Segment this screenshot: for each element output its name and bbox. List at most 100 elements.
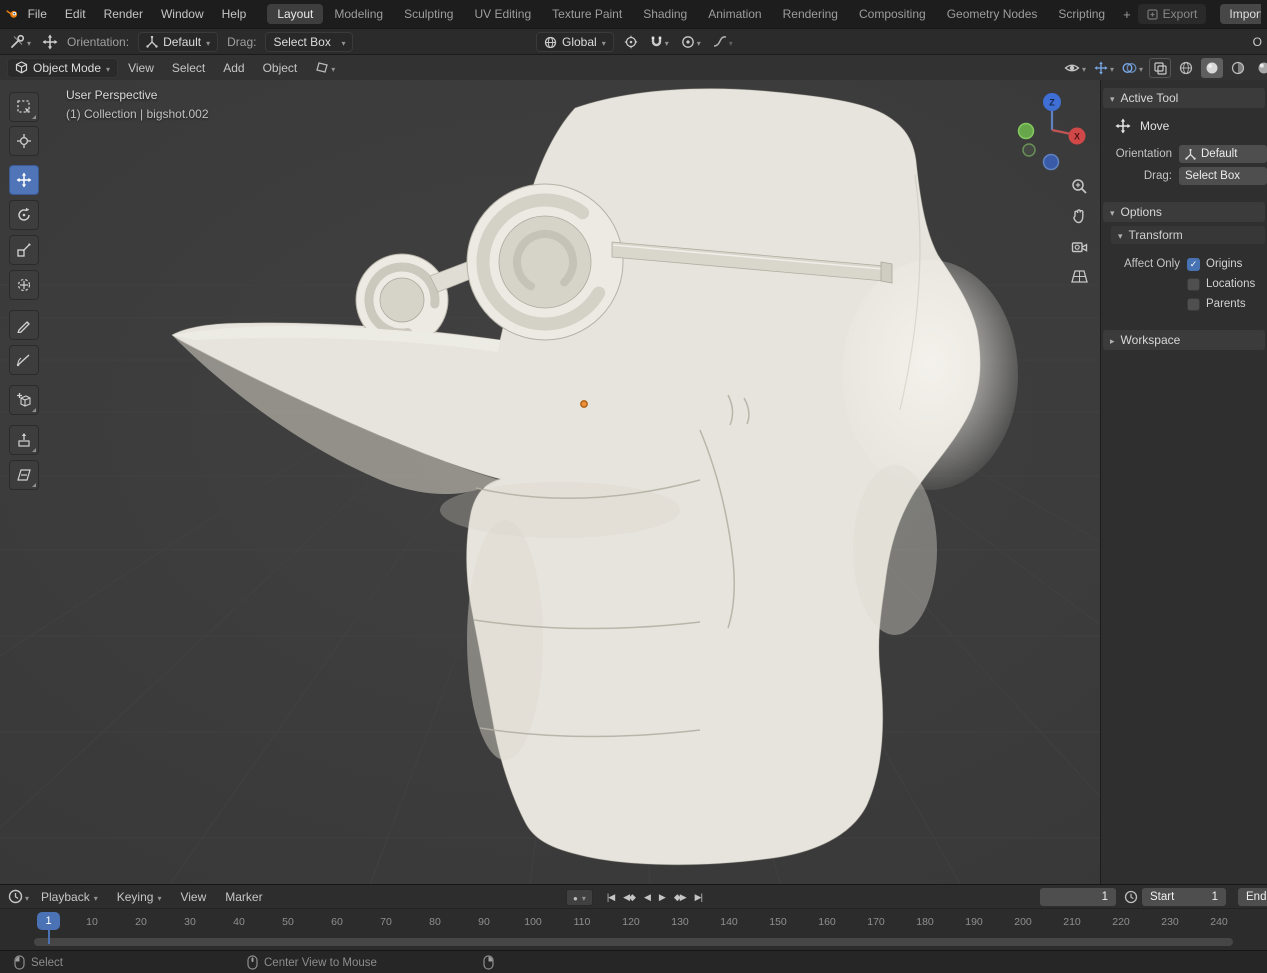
menu-help[interactable]: Help: [213, 0, 256, 28]
falloff-caret[interactable]: [729, 35, 733, 49]
pivot-point-button[interactable]: [622, 35, 640, 49]
zoom-button[interactable]: [1068, 175, 1090, 197]
jump-to-start-button[interactable]: |◀: [603, 892, 618, 903]
gizmos-toggle[interactable]: [1092, 61, 1116, 75]
timeline-editor-type-button[interactable]: [6, 889, 31, 904]
tool-add-cube[interactable]: [9, 385, 39, 415]
overlays-toggle[interactable]: [1120, 61, 1145, 75]
gizmos-caret[interactable]: [1110, 61, 1114, 75]
panel-workspace[interactable]: Workspace: [1103, 330, 1265, 350]
playhead[interactable]: 1: [37, 912, 60, 930]
navigation-gizmo[interactable]: Z X: [1005, 88, 1100, 173]
tool-move[interactable]: [9, 165, 39, 195]
tab-uv-editing[interactable]: UV Editing: [464, 4, 541, 24]
mouse-left-icon: [14, 955, 25, 970]
snapping-caret[interactable]: [665, 35, 669, 49]
menu-add[interactable]: Add: [215, 55, 252, 81]
timeline-ruler[interactable]: 1 10 20 30 40 50 60 70 80 90 100 110 120…: [0, 908, 1267, 944]
ortho-toggle-button[interactable]: [1068, 265, 1090, 287]
panel-active-tool-title: Active Tool: [1120, 91, 1179, 105]
tab-texture-paint[interactable]: Texture Paint: [542, 4, 632, 24]
jump-to-end-button[interactable]: ▶|: [691, 892, 706, 903]
auto-keying-button[interactable]: [566, 888, 593, 906]
viewport-3d[interactable]: User Perspective (1) Collection | bigsho…: [0, 80, 1267, 884]
shading-rendered-button[interactable]: [1253, 58, 1267, 78]
locations-checkbox[interactable]: [1187, 277, 1200, 291]
shading-solid-button[interactable]: [1201, 58, 1223, 78]
export-button[interactable]: Export: [1137, 4, 1207, 24]
frame-end-field[interactable]: End: [1238, 888, 1267, 906]
menu-timeline-view[interactable]: View: [171, 885, 215, 909]
panel-active-tool[interactable]: Active Tool: [1103, 88, 1265, 108]
menu-edit[interactable]: Edit: [56, 0, 95, 28]
menu-playback[interactable]: Playback: [32, 885, 107, 909]
visibility-caret[interactable]: [1082, 61, 1086, 75]
tool-shear[interactable]: [9, 460, 39, 490]
pivot-point-icon: [624, 35, 637, 49]
tool-annotate[interactable]: [9, 310, 39, 340]
menu-render[interactable]: Render: [95, 0, 152, 28]
options-popover[interactable]: O: [1253, 29, 1262, 55]
subpanel-transform[interactable]: Transform: [1111, 226, 1265, 244]
tool-select-box[interactable]: [9, 92, 39, 122]
menu-file[interactable]: File: [19, 0, 56, 28]
tab-shading[interactable]: Shading: [633, 4, 697, 24]
tab-geometry-nodes[interactable]: Geometry Nodes: [937, 4, 1048, 24]
shading-material-button[interactable]: [1227, 58, 1249, 78]
proportional-editing-toggle[interactable]: [679, 35, 703, 49]
shading-wireframe-button[interactable]: [1175, 58, 1197, 78]
sidebar-drag-dropdown[interactable]: Select Box: [1179, 167, 1267, 185]
play-button[interactable]: ▶: [655, 892, 669, 903]
tool-extrude[interactable]: [9, 425, 39, 455]
horizontal-scrollbar[interactable]: [34, 938, 1233, 946]
orientation-dropdown[interactable]: Default: [138, 31, 219, 52]
visibility-dropdown[interactable]: [1062, 61, 1088, 75]
overlays-caret[interactable]: [1139, 61, 1143, 75]
play-reverse-button[interactable]: ◀: [640, 892, 654, 903]
tab-rendering[interactable]: Rendering: [773, 4, 848, 24]
parents-checkbox[interactable]: [1187, 297, 1200, 311]
camera-view-button[interactable]: [1068, 235, 1090, 257]
previous-keyframe-button[interactable]: ◀◆: [619, 892, 639, 903]
tab-animation[interactable]: Animation: [698, 4, 771, 24]
tab-scripting[interactable]: Scripting: [1048, 4, 1115, 24]
import-button[interactable]: Import: [1220, 4, 1261, 24]
frame-start-field[interactable]: Start 1: [1142, 888, 1226, 906]
menu-select[interactable]: Select: [164, 55, 213, 81]
tab-compositing[interactable]: Compositing: [849, 4, 936, 24]
tab-modeling[interactable]: Modeling: [324, 4, 393, 24]
object-mode-icon: [15, 61, 28, 74]
tool-scale[interactable]: [9, 235, 39, 265]
add-workspace-button[interactable]: +: [1116, 7, 1138, 22]
tab-sculpting[interactable]: Sculpting: [394, 4, 463, 24]
preview-range-clock-icon[interactable]: [1124, 890, 1138, 904]
panel-options[interactable]: Options: [1103, 202, 1265, 222]
disclosure-icon: [1110, 205, 1115, 219]
xray-toggle[interactable]: [1149, 58, 1171, 78]
tool-rotate[interactable]: [9, 200, 39, 230]
menu-view[interactable]: View: [120, 55, 162, 81]
falloff-dropdown[interactable]: [711, 35, 735, 49]
timeline-header: Playback Keying View Marker |◀ ◀◆ ◀ ▶ ◆▶…: [0, 884, 1267, 908]
sidebar-orientation-dropdown[interactable]: Default: [1179, 145, 1267, 163]
origins-checkbox[interactable]: [1187, 257, 1200, 271]
proportional-caret[interactable]: [697, 35, 701, 49]
drag-dropdown[interactable]: Select Box: [265, 31, 354, 52]
menu-marker[interactable]: Marker: [216, 885, 271, 909]
transform-orientation-dropdown[interactable]: Global: [536, 32, 614, 52]
snapping-toggle[interactable]: [648, 35, 671, 49]
menu-window[interactable]: Window: [152, 0, 213, 28]
menu-keying[interactable]: Keying: [108, 885, 171, 909]
pan-button[interactable]: [1068, 205, 1090, 227]
editor-type-button[interactable]: [8, 34, 33, 49]
tool-measure[interactable]: [9, 345, 39, 375]
tab-layout[interactable]: Layout: [267, 4, 324, 24]
menu-object[interactable]: Object: [255, 55, 306, 81]
material-sphere-icon: [1231, 61, 1245, 75]
tool-cursor[interactable]: [9, 126, 39, 156]
current-frame-field[interactable]: 1: [1040, 888, 1116, 906]
tool-transform[interactable]: [9, 270, 39, 300]
next-keyframe-button[interactable]: ◆▶: [670, 892, 690, 903]
mode-dropdown[interactable]: Object Mode: [7, 57, 119, 78]
transform-widget-button[interactable]: [313, 61, 337, 75]
